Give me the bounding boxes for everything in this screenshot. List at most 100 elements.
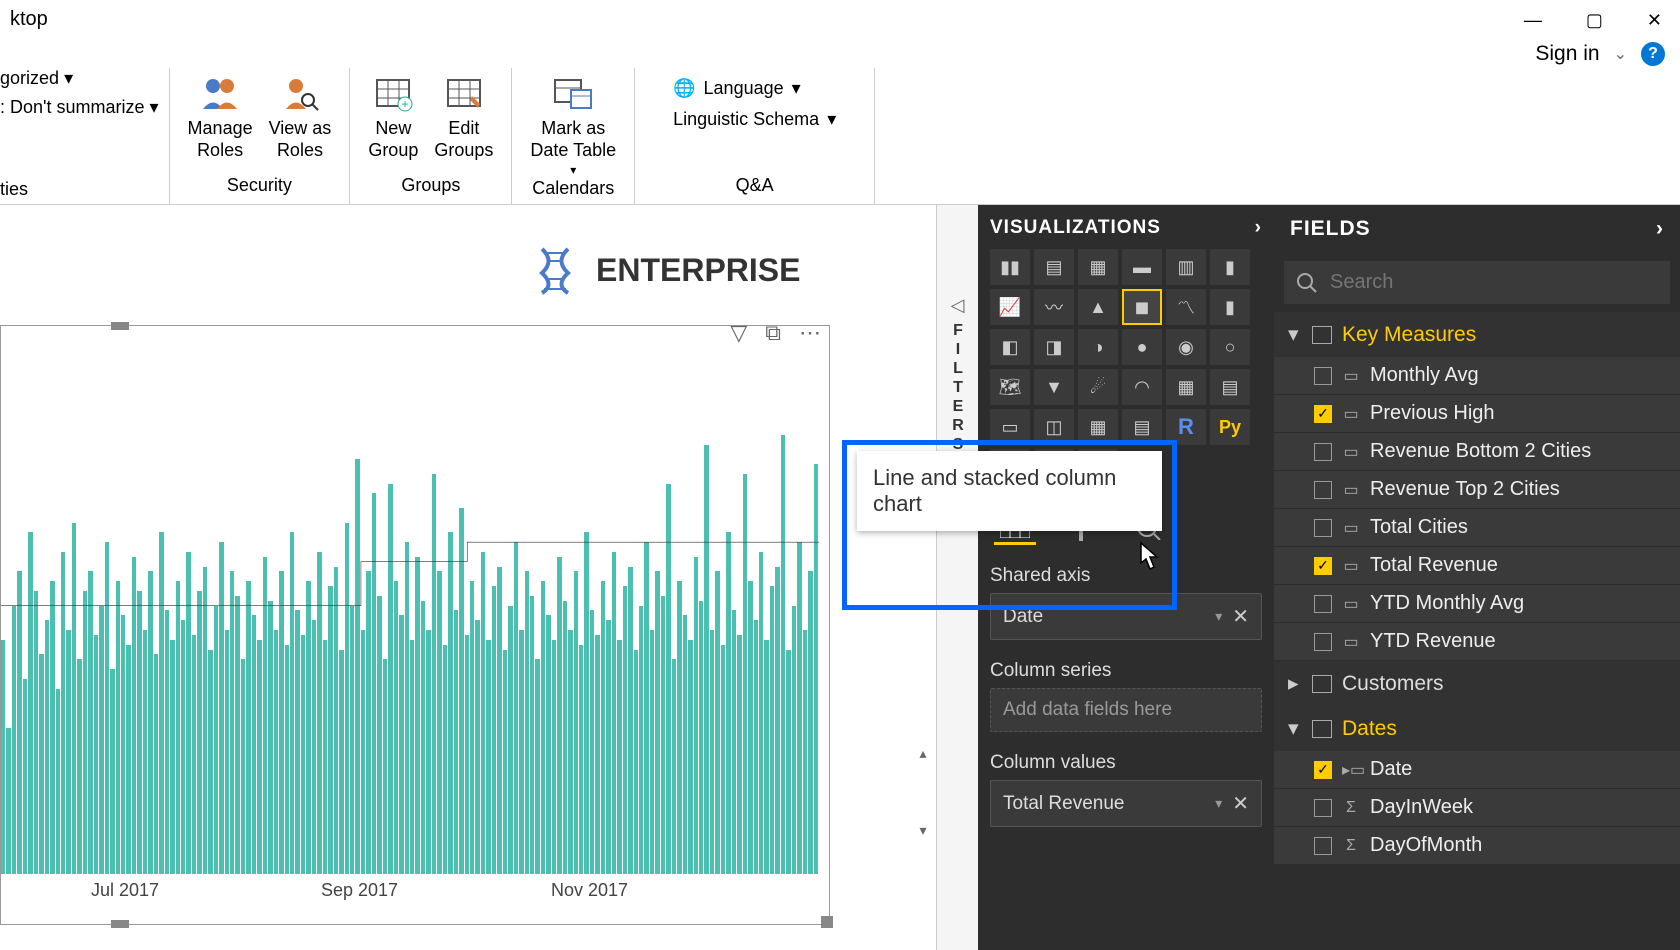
viz-type-button[interactable]: ◑ [1078, 329, 1118, 365]
remove-field-icon[interactable]: ✕ [1232, 604, 1249, 629]
help-icon[interactable]: ? [1641, 42, 1665, 66]
categorized-dropdown[interactable]: gorized ▾ [0, 68, 159, 89]
viz-type-button[interactable]: ▦ [1078, 409, 1118, 445]
viz-type-button[interactable]: ▦ [1078, 249, 1118, 285]
well-shared-axis[interactable]: Date ▾ ✕ [990, 593, 1262, 640]
field-checkbox[interactable] [1314, 519, 1332, 537]
collapse-pane-icon[interactable]: › [1656, 217, 1664, 241]
viz-type-button[interactable]: ◧ [990, 329, 1030, 365]
viz-type-button[interactable]: ◨ [1034, 329, 1074, 365]
chevron-down-icon[interactable]: ▾ [1215, 795, 1222, 812]
chart-plot-area [1, 386, 819, 874]
scroll-up-icon[interactable]: ▴ [912, 745, 934, 762]
field-checkbox[interactable] [1314, 481, 1332, 499]
language-dropdown[interactable]: 🌐 Language ▾ [673, 78, 836, 99]
field-row[interactable]: ✓▭Previous High [1274, 395, 1680, 433]
field-table-header[interactable]: ▸Customers [1274, 661, 1680, 706]
field-checkbox[interactable] [1314, 837, 1332, 855]
viz-type-button[interactable]: 〰 [1034, 289, 1074, 325]
viz-type-button[interactable]: ▼ [1034, 369, 1074, 405]
viz-type-button[interactable]: ▮ [1210, 249, 1250, 285]
visualization-picker: ▮▮▤▦▬▥▮📈〰▲◼〽▮◧◨◑●◉○🗺▼☄◠▦▤▭◫▦▤RPy◆🌐⋯ [990, 249, 1262, 485]
well-column-series[interactable]: Add data fields here [990, 688, 1262, 732]
chart-visual[interactable]: ▽ ⧉ ⋯ Jul 2017 Sep 2017 Nov 2017 [0, 325, 830, 925]
close-button[interactable]: ✕ [1639, 6, 1670, 35]
filters-pane-collapsed[interactable]: ◁ FILTERS [936, 205, 978, 950]
summarize-dropdown[interactable]: : Don't summarize ▾ [0, 97, 159, 118]
mark-date-table-button[interactable]: Mark as Date Table ▾ [530, 72, 616, 178]
resize-handle-br[interactable] [821, 916, 833, 928]
viz-type-button[interactable]: 📈 [990, 289, 1030, 325]
edit-groups-button[interactable]: Edit Groups [434, 72, 493, 161]
minimize-button[interactable]: ― [1516, 6, 1550, 35]
field-checkbox[interactable]: ✓ [1314, 557, 1332, 575]
viz-type-button[interactable]: ◫ [1034, 409, 1074, 445]
field-table-header[interactable]: ▾Dates [1274, 706, 1680, 751]
viz-type-button[interactable]: ▤ [1122, 409, 1162, 445]
field-checkbox[interactable] [1314, 633, 1332, 651]
linguistic-schema-dropdown[interactable]: Linguistic Schema ▾ [673, 109, 836, 130]
canvas-scrollbar[interactable]: ▴ ▾ [912, 745, 934, 835]
viz-type-button[interactable]: ▮ [1210, 289, 1250, 325]
viz-type-button[interactable]: ◠ [1122, 369, 1162, 405]
chevron-down-icon[interactable]: ▾ [1215, 608, 1222, 625]
resize-handle-top[interactable] [111, 322, 129, 330]
ribbon-group-label: Q&A [736, 175, 774, 200]
well-column-values[interactable]: Total Revenue ▾ ✕ [990, 780, 1262, 827]
signin-link[interactable]: Sign in [1535, 42, 1599, 66]
field-row[interactable]: ▭Total Cities [1274, 509, 1680, 547]
field-checkbox[interactable] [1314, 799, 1332, 817]
field-checkbox[interactable]: ✓ [1314, 405, 1332, 423]
field-checkbox[interactable]: ✓ [1314, 761, 1332, 779]
field-name: Date [1370, 758, 1412, 781]
field-row[interactable]: ▭Revenue Bottom 2 Cities [1274, 433, 1680, 471]
filter-icon[interactable]: ▽ [730, 320, 747, 346]
field-row[interactable]: ΣDayInWeek [1274, 789, 1680, 827]
chevron-down-icon[interactable]: ⌄ [1614, 44, 1627, 64]
viz-type-button[interactable]: ● [1122, 329, 1162, 365]
viz-type-button[interactable]: 〽 [1166, 289, 1206, 325]
maximize-button[interactable]: ▢ [1578, 6, 1611, 35]
field-row[interactable]: ▭Revenue Top 2 Cities [1274, 471, 1680, 509]
ribbon-group-label: Calendars [532, 178, 614, 203]
field-row[interactable]: ✓▸▭Date [1274, 751, 1680, 789]
viz-type-button[interactable]: R [1166, 409, 1206, 445]
viz-type-button[interactable]: ▦ [1166, 369, 1206, 405]
focus-mode-icon[interactable]: ⧉ [765, 320, 781, 346]
field-checkbox[interactable] [1314, 443, 1332, 461]
field-checkbox[interactable] [1314, 595, 1332, 613]
field-row[interactable]: ▭YTD Revenue [1274, 623, 1680, 661]
viz-type-button[interactable]: Py [1210, 409, 1250, 445]
viz-type-button[interactable]: ▮▮ [990, 249, 1030, 285]
viz-type-button[interactable]: 🗺 [990, 369, 1030, 405]
field-row[interactable]: ✓▭Total Revenue [1274, 547, 1680, 585]
viz-type-button[interactable]: ◉ [1166, 329, 1206, 365]
remove-field-icon[interactable]: ✕ [1232, 791, 1249, 816]
viz-type-button[interactable]: ◼ [1122, 289, 1162, 325]
scroll-down-icon[interactable]: ▾ [912, 822, 934, 839]
field-row[interactable]: ΣDayOfMonth [1274, 827, 1680, 865]
report-canvas[interactable]: ENTERPRISE ▽ ⧉ ⋯ Jul 2017 Sep 2017 Nov 2… [0, 205, 936, 950]
viz-type-button[interactable]: ▭ [990, 409, 1030, 445]
field-table-header[interactable]: ▾Key Measures [1274, 312, 1680, 357]
expand-filters-icon[interactable]: ◁ [951, 295, 965, 316]
search-input[interactable] [1330, 271, 1658, 294]
view-as-roles-button[interactable]: View as Roles [269, 72, 332, 161]
viz-type-button[interactable]: ▤ [1210, 369, 1250, 405]
viz-type-button[interactable]: ▥ [1166, 249, 1206, 285]
manage-roles-button[interactable]: Manage Roles [188, 72, 253, 161]
resize-handle-bottom[interactable] [111, 920, 129, 928]
field-checkbox[interactable] [1314, 367, 1332, 385]
viz-type-button[interactable]: ▲ [1078, 289, 1118, 325]
field-row[interactable]: ▭Monthly Avg [1274, 357, 1680, 395]
viz-type-button[interactable]: ▬ [1122, 249, 1162, 285]
new-group-button[interactable]: + New Group [368, 72, 418, 161]
fields-search[interactable] [1284, 261, 1670, 304]
viz-type-button[interactable]: ▤ [1034, 249, 1074, 285]
collapse-pane-icon[interactable]: › [1255, 217, 1262, 239]
filters-label: FILTERS [949, 322, 967, 455]
viz-type-button[interactable]: ○ [1210, 329, 1250, 365]
more-options-icon[interactable]: ⋯ [799, 320, 821, 346]
viz-type-button[interactable]: ☄ [1078, 369, 1118, 405]
field-row[interactable]: ▭YTD Monthly Avg [1274, 585, 1680, 623]
